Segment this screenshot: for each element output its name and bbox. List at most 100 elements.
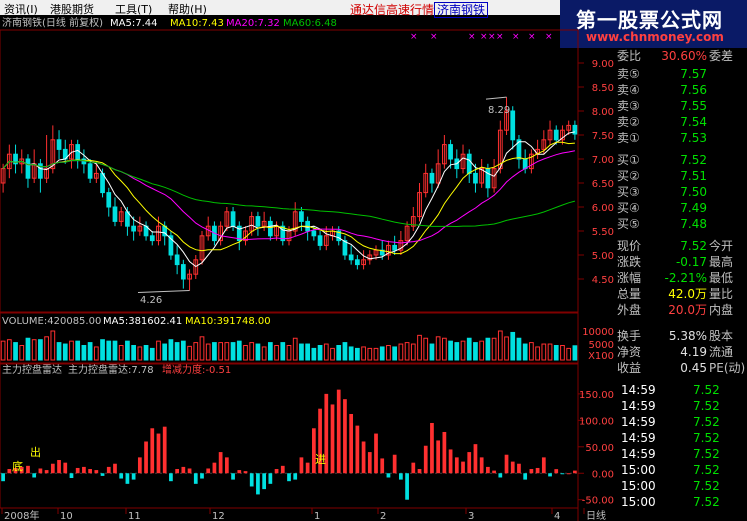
volume-bar bbox=[547, 343, 553, 361]
indicator-bar bbox=[510, 461, 515, 474]
signal-mark: × bbox=[410, 32, 418, 42]
candle-body bbox=[355, 259, 360, 266]
volume-header-ma10: MA10:391748.00 bbox=[185, 316, 271, 327]
bid-row: 买⑤ 7.48 bbox=[617, 217, 707, 231]
indicator-bar bbox=[355, 425, 360, 474]
low-label: 4.26 bbox=[140, 295, 162, 306]
low-pointer bbox=[137, 290, 190, 294]
indicator-bar bbox=[237, 470, 242, 474]
indicator-bar bbox=[374, 433, 378, 474]
indicator-bar bbox=[573, 470, 577, 474]
volume-bar bbox=[361, 346, 366, 361]
volume-bar bbox=[560, 345, 565, 361]
indicator-bar bbox=[193, 473, 198, 484]
volume-bar bbox=[373, 347, 379, 361]
volume-bar bbox=[212, 342, 217, 361]
signal-mark: × bbox=[512, 32, 520, 42]
price-axis-label: 4.50 bbox=[592, 275, 614, 286]
indicator-bar bbox=[287, 473, 291, 482]
volume-bar bbox=[516, 337, 522, 361]
price-axis-label: 7.50 bbox=[592, 131, 614, 142]
indicator-bar bbox=[492, 470, 496, 474]
indicator-bar bbox=[280, 465, 285, 474]
volume-bar bbox=[454, 342, 460, 361]
volume-bar bbox=[473, 342, 478, 361]
indicator-bar bbox=[44, 470, 49, 474]
price-header-ma60: MA60:6.48 bbox=[283, 18, 337, 29]
indicator-bar bbox=[293, 473, 298, 480]
volume-bar bbox=[442, 337, 447, 361]
indicator-bar bbox=[498, 473, 503, 478]
candle-body bbox=[180, 264, 186, 280]
volume-bar bbox=[336, 345, 342, 361]
indicator-bar bbox=[479, 457, 484, 474]
volume-bar bbox=[379, 346, 385, 361]
indicator-bar bbox=[50, 463, 55, 474]
signal-di-label: 底 bbox=[12, 459, 23, 473]
indicator-bar bbox=[467, 452, 472, 474]
volume-header: VOLUME:420085.00 bbox=[2, 316, 101, 327]
indicator-bar bbox=[144, 441, 148, 474]
price-header-ma10: MA10:7.43 bbox=[170, 18, 224, 29]
volume-bar bbox=[44, 336, 49, 361]
volume-bar bbox=[149, 347, 155, 361]
price-candles bbox=[0, 97, 578, 291]
volume-bar bbox=[187, 345, 192, 361]
indicator-bar bbox=[380, 458, 385, 474]
indicator-axis-label: 100.00 bbox=[579, 416, 614, 427]
indicator-bar bbox=[113, 463, 117, 474]
volume-bar bbox=[224, 342, 230, 361]
volume-bar bbox=[31, 339, 37, 361]
date-axis-label: 1 bbox=[314, 511, 320, 521]
candle-body bbox=[56, 139, 62, 150]
indicator-bar bbox=[311, 428, 316, 474]
volume-bar bbox=[13, 342, 18, 361]
indicator-bar bbox=[26, 465, 30, 474]
candle-body bbox=[267, 220, 273, 237]
volume-axis: 10000 5000X100 bbox=[582, 327, 614, 362]
volume-bar bbox=[69, 340, 74, 361]
indicator-bar bbox=[417, 469, 422, 474]
indicator-bar bbox=[131, 473, 136, 480]
volume-bar bbox=[286, 345, 292, 361]
volume-bar bbox=[330, 347, 335, 361]
candle-body bbox=[317, 235, 323, 246]
indicator-bar bbox=[336, 389, 341, 474]
date-axis-label: 11 bbox=[128, 511, 141, 521]
volume-bar bbox=[299, 343, 304, 361]
candle-body bbox=[106, 192, 112, 208]
signal-mark: × bbox=[480, 32, 488, 42]
volume-bar bbox=[429, 343, 435, 361]
indicator-bar bbox=[156, 433, 161, 474]
volume-bar bbox=[485, 337, 491, 361]
indicator-bar bbox=[206, 468, 211, 474]
volume-bar bbox=[236, 340, 242, 361]
indicator-bar bbox=[541, 457, 546, 474]
candle-body bbox=[572, 124, 578, 135]
indicator-bar bbox=[529, 469, 534, 474]
indicator-bar bbox=[392, 454, 397, 474]
volume-bar bbox=[100, 339, 105, 361]
price-header-ma5: MA5:7.44 bbox=[110, 18, 157, 29]
indicator-bar bbox=[57, 460, 61, 474]
indicator-bar bbox=[150, 428, 155, 474]
volume-bar bbox=[522, 343, 528, 361]
chart-grid bbox=[0, 29, 579, 521]
price-header-ma20: MA20:7.32 bbox=[226, 18, 280, 29]
candle-body bbox=[522, 158, 528, 170]
indicator-bar bbox=[82, 466, 86, 474]
volume-bars bbox=[0, 330, 578, 361]
indicator-bar bbox=[361, 441, 366, 474]
bid-row: 买① 7.52 bbox=[617, 153, 707, 167]
candle-body bbox=[342, 240, 348, 256]
indicator-bar bbox=[399, 473, 403, 480]
price-axis-label: 5.00 bbox=[592, 251, 614, 262]
candle-body bbox=[485, 168, 491, 189]
volume-bar bbox=[93, 346, 99, 361]
indicator-bar bbox=[430, 422, 434, 474]
indicator-bar bbox=[7, 469, 12, 474]
volume-bar bbox=[156, 340, 161, 361]
kline-chart[interactable]: × × × × × × × × × 济南钢铁(日线 前复权) MA5:7.44 MA10:7.4… bbox=[0, 15, 615, 521]
indicator-bar bbox=[69, 473, 74, 479]
volume-bar bbox=[292, 337, 298, 361]
